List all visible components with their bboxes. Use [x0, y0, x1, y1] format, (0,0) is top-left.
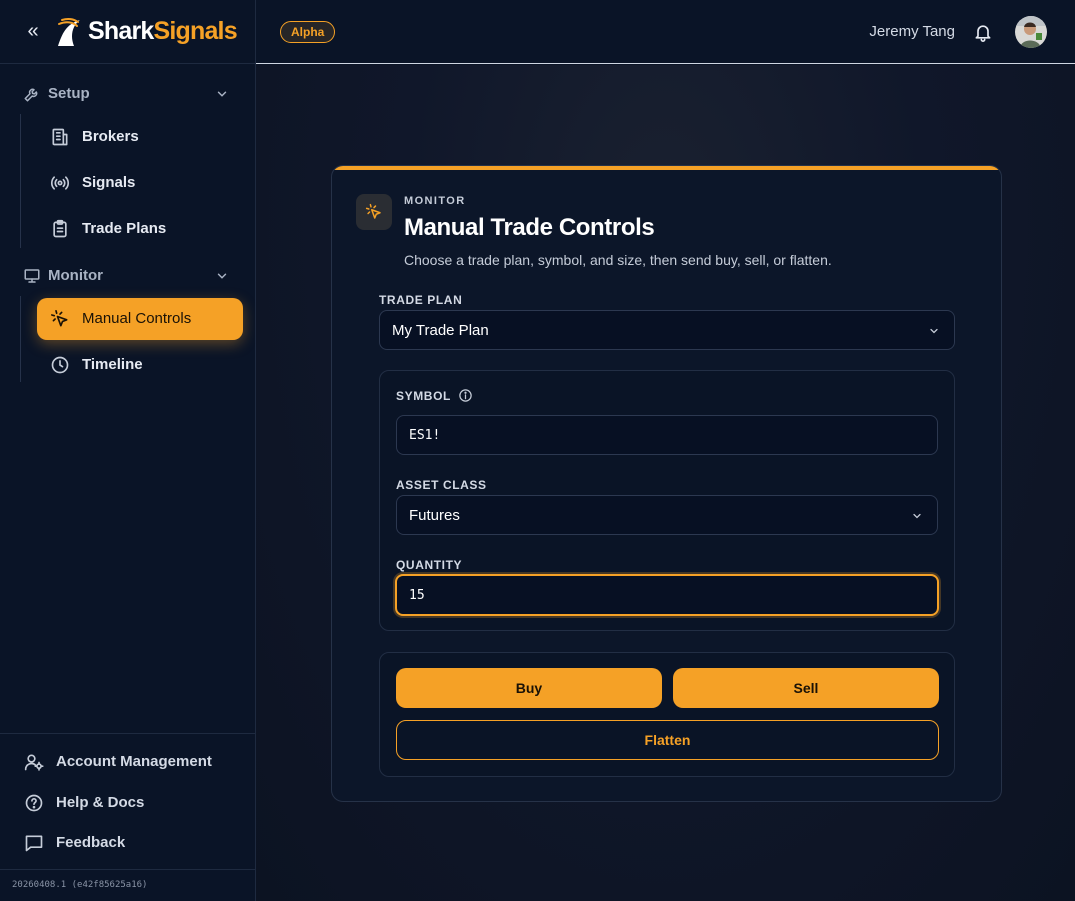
help-circle-icon [25, 794, 43, 812]
sidebar-item-manual-controls[interactable]: Manual Controls [37, 298, 243, 340]
user-name: Jeremy Tang [869, 23, 955, 40]
symbol-label: SYMBOL [396, 389, 451, 403]
alpha-badge: Alpha [280, 21, 336, 43]
wrench-icon [24, 88, 38, 102]
sidebar: « SharkSignals Setup Brokers Signals Tra… [0, 0, 256, 901]
chevron-down-icon [217, 91, 227, 97]
sell-button[interactable]: Sell [673, 668, 939, 708]
logo-row: « SharkSignals [0, 0, 256, 64]
sidebar-item-trade-plans[interactable]: Trade Plans [37, 208, 243, 250]
card-icon-box [356, 194, 392, 230]
card-eyebrow: MONITOR [404, 195, 466, 207]
trade-plan-select[interactable]: My Trade Plan [379, 310, 955, 350]
sidebar-item-signals[interactable]: Signals [37, 162, 243, 204]
building-icon [52, 128, 68, 146]
sidebar-item-account-management[interactable]: Account Management [0, 744, 256, 780]
chevron-down-icon [913, 513, 921, 519]
avatar[interactable] [1015, 16, 1047, 48]
sidebar-item-label: Feedback [56, 834, 126, 851]
version-row: 20260408.1 (e42f85625a16) [0, 869, 256, 901]
sidebar-item-brokers[interactable]: Brokers [37, 116, 243, 158]
nav-rail [20, 114, 21, 248]
sidebar-item-feedback[interactable]: Feedback [0, 825, 256, 861]
info-icon[interactable] [458, 388, 473, 403]
nav-group-label: Monitor [48, 267, 103, 284]
message-icon [25, 835, 43, 852]
pointer-click-icon [365, 203, 381, 219]
sidebar-item-label: Signals [82, 174, 136, 191]
sidebar-item-label: Trade Plans [82, 220, 167, 237]
nav-group-label: Setup [48, 85, 90, 102]
brand-name-part1: Shark [88, 17, 154, 45]
flatten-button[interactable]: Flatten [396, 720, 939, 760]
brand-name: SharkSignals [88, 17, 238, 46]
nav-rail [20, 296, 21, 382]
quantity-input[interactable] [395, 574, 939, 616]
brand-name-part2: Signals [153, 17, 237, 45]
pointer-click-icon [51, 310, 68, 327]
manual-trade-controls-card: MONITOR Manual Trade Controls Choose a t… [331, 165, 1002, 802]
collapse-sidebar-button[interactable]: « [22, 20, 44, 42]
clipboard-icon [53, 219, 67, 238]
symbol-input[interactable] [396, 415, 938, 455]
asset-class-select[interactable]: Futures [396, 495, 938, 535]
main-content: MONITOR Manual Trade Controls Choose a t… [256, 65, 1075, 901]
nav-group-setup[interactable]: Setup [0, 76, 256, 112]
buy-button[interactable]: Buy [396, 668, 662, 708]
sidebar-item-label: Manual Controls [82, 310, 192, 327]
top-header: Alpha Jeremy Tang [256, 0, 1075, 64]
nav-group-monitor[interactable]: Monitor [0, 258, 256, 294]
page-title: Manual Trade Controls [404, 214, 655, 241]
clock-icon [51, 356, 69, 374]
monitor-icon [24, 269, 40, 283]
card-accent-bar [332, 166, 1001, 170]
chevron-down-icon [217, 273, 227, 279]
sidebar-divider [0, 733, 256, 734]
user-gear-icon [24, 754, 44, 771]
sidebar-item-label: Help & Docs [56, 794, 145, 811]
chevron-down-icon [930, 328, 938, 334]
trade-plan-value: My Trade Plan [392, 322, 489, 339]
asset-class-label: ASSET CLASS [396, 478, 487, 492]
trade-plan-label: TRADE PLAN [379, 293, 463, 307]
card-subtitle: Choose a trade plan, symbol, and size, t… [404, 252, 832, 268]
order-actions-panel: Buy Sell Flatten [379, 652, 955, 777]
order-inputs-panel: SYMBOL ASSET CLASS Futures QUANTITY [379, 370, 955, 631]
sidebar-item-label: Timeline [82, 356, 143, 373]
sidebar-item-help-docs[interactable]: Help & Docs [0, 785, 256, 821]
broadcast-icon [50, 176, 70, 190]
avatar-image [1015, 16, 1047, 48]
version-label: 20260408.1 (e42f85625a16) [12, 880, 148, 890]
asset-class-value: Futures [409, 507, 460, 524]
bell-icon[interactable] [973, 21, 993, 43]
sidebar-item-timeline[interactable]: Timeline [37, 344, 243, 386]
sidebar-item-label: Account Management [56, 753, 212, 770]
sidebar-item-label: Brokers [82, 128, 139, 145]
shark-fin-logo-icon [58, 17, 80, 46]
quantity-label: QUANTITY [396, 558, 463, 572]
